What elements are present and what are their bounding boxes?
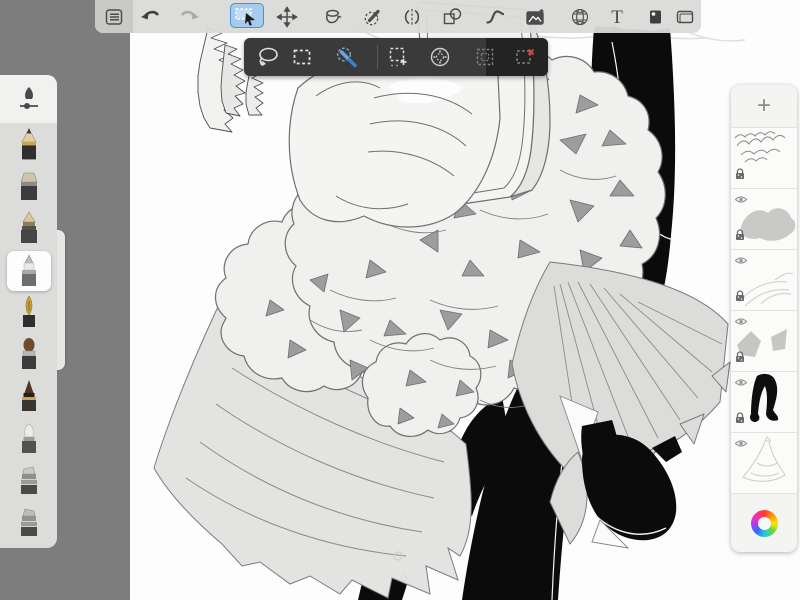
layer-row-skirt-shadows[interactable] [731,311,797,372]
eye-icon[interactable] [734,253,748,271]
layer-row-hair-sketch[interactable] [731,128,797,189]
brush-airbrush[interactable] [7,209,51,249]
deselect-icon [512,44,538,70]
layer-row-dress-lineart[interactable] [731,433,797,494]
shapes-icon[interactable] [439,4,465,30]
selection-tool-button[interactable] [230,3,264,28]
eye-icon[interactable] [734,375,748,393]
canvas-icon[interactable] [672,4,698,30]
transform-icon[interactable] [274,4,300,30]
lock-icon[interactable] [734,411,746,429]
stroke-icon[interactable] [482,4,508,30]
brush-round[interactable] [7,335,51,375]
artwork [153,1,746,600]
brush-panel [0,75,57,548]
lock-icon[interactable] [734,289,746,307]
sketch-app: { "app": { "accent_blue": "#4d8fd2", "to… [0,0,800,600]
brush-size-slider[interactable] [0,75,57,123]
layer-row-gray-blob[interactable] [731,189,797,250]
brush-pencil[interactable] [7,125,51,165]
redo-icon [177,4,203,30]
eraser-icon[interactable] [360,4,386,30]
brush-ink-pen[interactable] [7,293,51,333]
color-wheel-center [757,516,771,530]
drawing-canvas[interactable] [130,0,800,600]
text-tool-glyph: T [611,6,623,28]
undo-icon[interactable] [137,4,163,30]
eye-icon[interactable] [734,192,748,210]
selection-toolbar-divider [377,45,378,69]
top-toolbar: T [95,0,701,33]
selection-toolbar [244,38,548,76]
symmetry-icon[interactable] [399,4,425,30]
eye-icon[interactable] [734,436,748,454]
lock-icon[interactable] [734,167,746,185]
import-image-icon[interactable] [522,4,548,30]
add-layer-glyph: + [756,92,771,119]
menu-icon[interactable] [101,4,127,30]
nudge-icon[interactable] [427,44,453,70]
lasso-icon[interactable] [255,44,281,70]
layer-row-light-ruffles[interactable] [731,250,797,311]
brush-marker-selected[interactable] [6,251,51,291]
color-wheel-button[interactable] [750,509,778,537]
brush-soft[interactable] [7,419,51,459]
lock-icon[interactable] [734,350,746,368]
text-icon[interactable]: T [604,4,630,30]
magic-wand-icon[interactable] [334,44,360,70]
brush-pointed[interactable] [7,377,51,417]
add-to-selection-icon[interactable] [385,44,411,70]
rectangle-select-icon[interactable] [289,44,315,70]
brush-chisel-2[interactable] [7,503,51,543]
layer-row-black-legs[interactable] [731,372,797,433]
color-row [731,494,797,552]
add-layer-button[interactable]: + [731,85,797,128]
invert-selection-icon [472,44,498,70]
lock-icon[interactable] [734,228,746,246]
layers-panel: + [731,85,797,552]
perspective-icon[interactable] [567,4,593,30]
eye-icon[interactable] [734,314,748,332]
layer-editor-icon[interactable] [642,4,668,30]
fill-icon[interactable] [319,4,345,30]
brush-chisel[interactable] [7,461,51,501]
brush-flat-shader[interactable] [7,167,51,207]
